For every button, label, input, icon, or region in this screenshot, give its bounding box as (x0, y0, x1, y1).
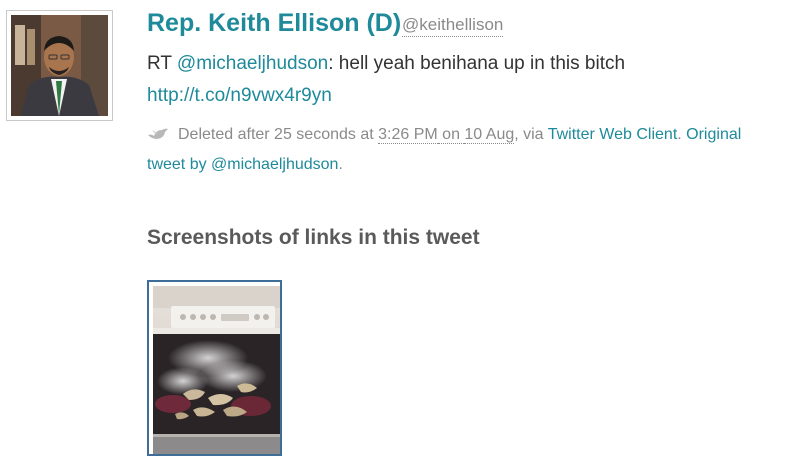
screenshots-heading: Screenshots of links in this tweet (147, 226, 480, 249)
deleted-tweet-page: Rep. Keith Ellison (D) @keithellison RT … (0, 0, 800, 461)
via-text: , via (514, 126, 548, 143)
tweet-url-link[interactable]: http://t.co/n9vwx4r9yn (147, 85, 332, 106)
author-handle[interactable]: @keithellison (402, 14, 504, 37)
tweet-text: RT @michaeljhudson: hell yeah benihana u… (147, 51, 625, 77)
deleted-text: Deleted after 25 seconds at (178, 126, 379, 143)
link-screenshot-thumbnail[interactable] (147, 280, 282, 456)
avatar-photo (11, 15, 108, 116)
bird-icon (147, 125, 169, 141)
on-text: on (437, 126, 465, 144)
original-tweet-line: tweet by @michaeljhudson. (147, 153, 343, 177)
retweet-prefix: RT (147, 53, 177, 74)
original-author-link[interactable]: @michaeljhudson (211, 156, 338, 173)
client-link[interactable]: Twitter Web Client (548, 126, 678, 143)
mention-link[interactable]: @michaeljhudson (177, 53, 328, 74)
deleted-time[interactable]: 3:26 PM (378, 126, 438, 144)
deleted-date[interactable]: 10 Aug (464, 126, 515, 144)
author-name[interactable]: Rep. Keith Ellison (D) (147, 8, 401, 38)
avatar[interactable] (6, 10, 113, 121)
tweet-body: : hell yeah benihana up in this bitch (328, 53, 626, 74)
deletion-meta: Deleted after 25 seconds at 3:26 PM on 1… (147, 123, 741, 147)
line-end-period: . (338, 156, 343, 173)
tweet-url-line: http://t.co/n9vwx4r9yn (147, 83, 332, 109)
sentence-sep: . (677, 126, 687, 143)
original-link[interactable]: Original (686, 126, 741, 143)
stove-photo (153, 286, 280, 454)
original-tweet-link-text[interactable]: tweet by (147, 156, 211, 173)
